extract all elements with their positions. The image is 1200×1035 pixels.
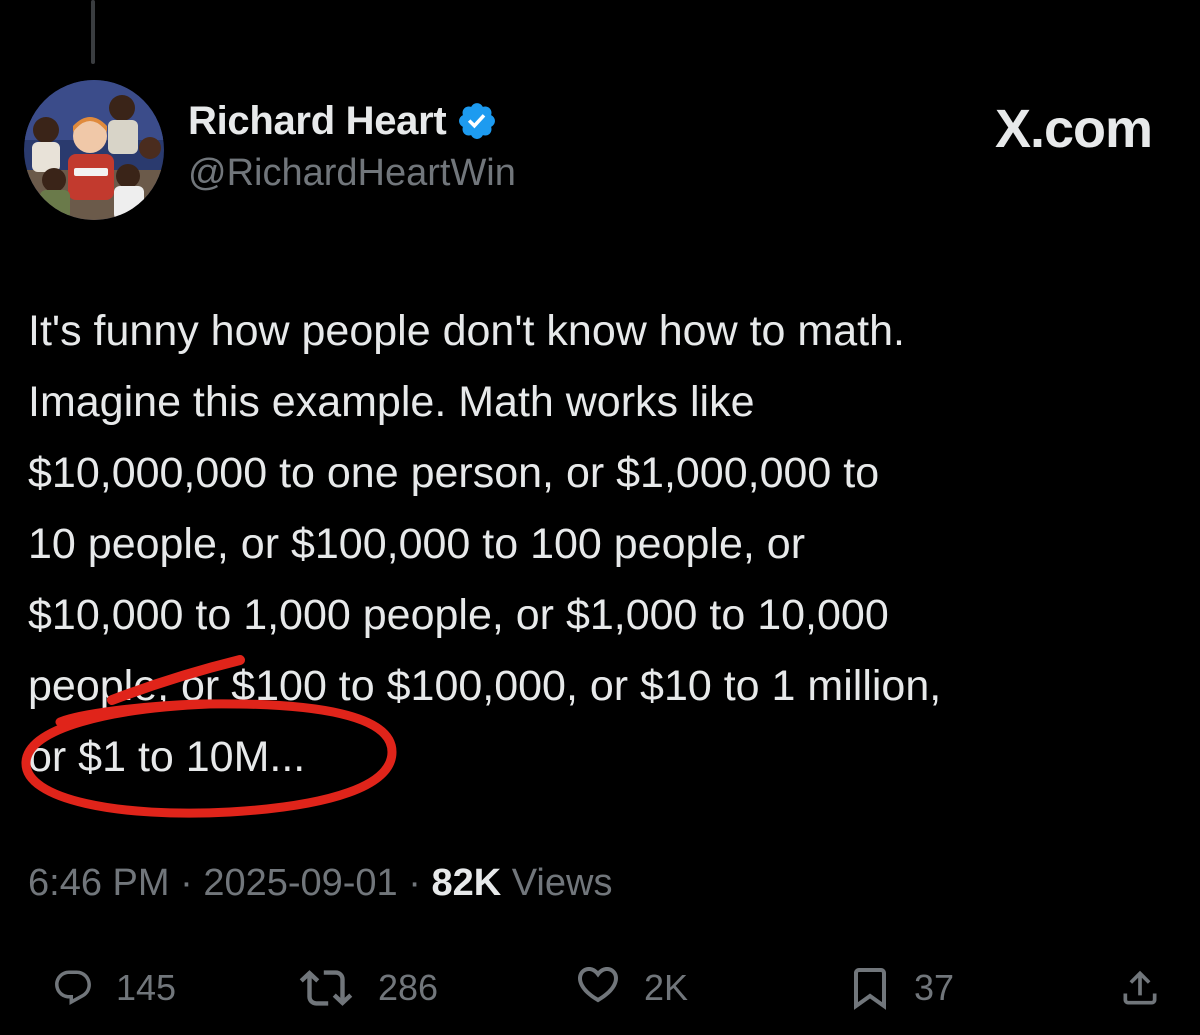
author-row[interactable]: Richard Heart [188, 94, 498, 148]
tweet-time[interactable]: 6:46 PM [28, 862, 170, 905]
share-button[interactable] [1118, 960, 1162, 1016]
author-handle[interactable]: @RichardHeartWin [188, 152, 516, 195]
action-bar: 145 286 2K 37 [0, 960, 1200, 1020]
repost-count: 286 [378, 967, 439, 1008]
meta-separator: · [397, 862, 432, 904]
reply-button[interactable]: 145 [52, 960, 176, 1016]
views-space [501, 862, 512, 905]
brand-logo: X.com [994, 99, 1153, 159]
meta-separator: · [169, 862, 204, 904]
tweet-text: It's funny how people don't know how to … [28, 307, 942, 781]
repost-icon [296, 966, 356, 1010]
tweet-meta: 6:46 PM · 2025-09-01 · 82K Views [28, 862, 612, 905]
avatar[interactable] [24, 80, 164, 220]
author-display-name[interactable]: Richard Heart [188, 99, 447, 144]
reply-bubble-icon [52, 967, 94, 1009]
like-button[interactable]: 2K [574, 960, 688, 1016]
thread-line [91, 0, 95, 64]
share-icon [1118, 964, 1162, 1012]
like-count: 2K [644, 967, 689, 1008]
tweet-date[interactable]: 2025-09-01 [203, 862, 397, 905]
views-label: Views [511, 862, 613, 904]
views-count: 82K [431, 862, 502, 904]
bookmark-button[interactable]: 37 [848, 960, 954, 1016]
bookmark-icon [848, 964, 892, 1012]
verified-badge-icon [456, 100, 498, 142]
repost-button[interactable]: 286 [296, 960, 438, 1016]
bookmark-count: 37 [914, 967, 955, 1008]
heart-icon [574, 966, 622, 1010]
reply-count: 145 [116, 967, 177, 1008]
